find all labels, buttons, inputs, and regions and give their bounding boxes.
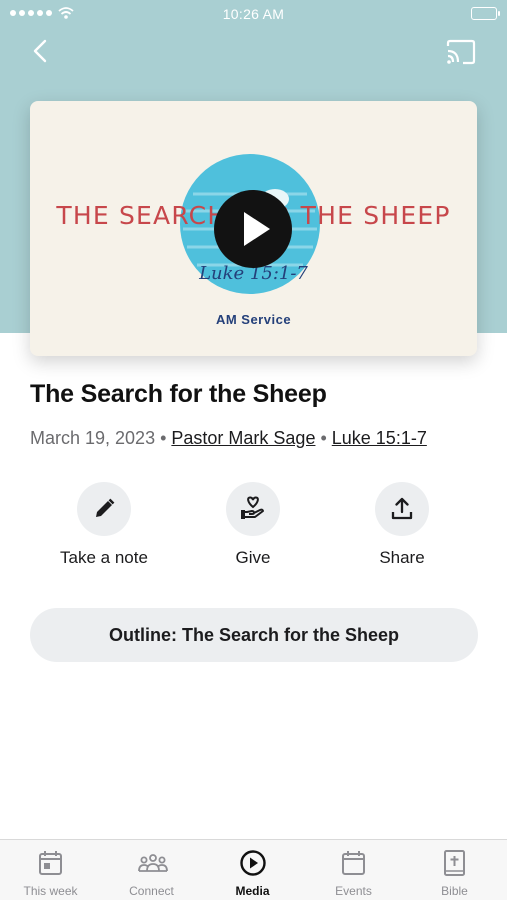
play-circle-icon — [240, 850, 266, 876]
give-circle — [226, 482, 280, 536]
chevron-left-icon — [33, 39, 47, 63]
speaker-link[interactable]: Pastor Mark Sage — [171, 428, 315, 448]
take-note-label: Take a note — [60, 548, 148, 567]
tab-this-week[interactable]: This week — [0, 840, 101, 900]
outline-button[interactable]: Outline: The Search for the Sheep — [30, 608, 478, 662]
people-icon — [138, 854, 168, 872]
tab-label: This week — [23, 884, 78, 898]
battery-icon — [471, 7, 500, 20]
share-icon — [391, 497, 413, 520]
separator-dot: • — [320, 428, 327, 448]
back-button[interactable] — [26, 36, 56, 66]
give-label: Give — [235, 548, 271, 567]
give-button[interactable]: Give — [193, 482, 313, 568]
sermon-date: March 19, 2023 — [30, 428, 156, 448]
share-circle — [375, 482, 429, 536]
tab-bible[interactable]: Bible — [404, 840, 505, 900]
play-button[interactable] — [214, 190, 292, 268]
cast-icon — [446, 39, 476, 65]
separator-dot: • — [160, 428, 167, 448]
status-time: 10:26 AM — [222, 6, 285, 22]
bible-icon — [444, 850, 465, 876]
tab-label: Events — [335, 884, 372, 898]
sermon-meta: March 19, 2023 • Pastor Mark Sage • Luke 15:… — [30, 428, 427, 449]
cast-button[interactable] — [445, 38, 477, 66]
tab-label: Media — [235, 884, 270, 898]
take-note-circle — [77, 482, 131, 536]
play-icon — [244, 212, 270, 246]
share-button[interactable]: Share — [342, 482, 462, 568]
sermon-title: The Search for the Sheep — [30, 380, 327, 408]
take-note-button[interactable]: Take a note — [44, 482, 164, 568]
tab-label: Bible — [441, 884, 468, 898]
tab-bar: This week Connect Media Events Bible — [0, 839, 507, 900]
hand-heart-icon — [241, 496, 264, 519]
scripture-link[interactable]: Luke 15:1-7 — [332, 428, 427, 448]
tab-label: Connect — [129, 884, 174, 898]
status-bar: 10:26 AM — [0, 0, 507, 28]
tab-events[interactable]: Events — [303, 840, 404, 900]
share-label: Share — [379, 548, 425, 567]
sermon-artwork[interactable]: THE SEARCH FOR THE SHEEP Luke 15:1-7 AM … — [30, 101, 477, 356]
pencil-icon — [96, 498, 115, 517]
tab-media[interactable]: Media — [202, 840, 303, 900]
calendar-icon — [342, 851, 365, 875]
tab-connect[interactable]: Connect — [101, 840, 202, 900]
artwork-service: AM Service — [215, 312, 292, 327]
calendar-day-icon — [39, 851, 62, 875]
